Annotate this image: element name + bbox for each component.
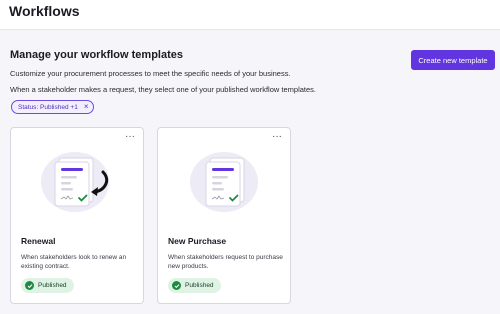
close-icon[interactable]: ×: [84, 103, 89, 111]
filter-chip-label: Status: Published +1: [18, 103, 78, 111]
status-label: Published: [38, 282, 67, 289]
card-title: Renewal: [21, 236, 56, 246]
card-description: When stakeholders request to purchase ne…: [168, 254, 283, 271]
status-badge: Published: [21, 278, 74, 293]
new-purchase-illustration: [190, 152, 258, 212]
status-filter-chip[interactable]: Status: Published +1 ×: [11, 100, 95, 114]
card-title: New Purchase: [168, 236, 227, 246]
check-circle-icon: [172, 281, 181, 290]
more-options-icon[interactable]: ···: [125, 132, 135, 142]
status-label: Published: [185, 282, 214, 289]
section-description-secondary: When a stakeholder makes a request, they…: [10, 85, 316, 94]
top-bar: Workflows: [0, 0, 500, 30]
page-title: Workflows: [9, 3, 80, 19]
template-card-renewal[interactable]: ··· Renewal When stakeholders look to re…: [10, 127, 144, 304]
template-card-new-purchase[interactable]: ··· New Purchase When stakeholders reque…: [157, 127, 291, 304]
section-title: Manage your workflow templates: [10, 49, 183, 61]
check-circle-icon: [25, 281, 34, 290]
create-template-button[interactable]: Create new template: [411, 50, 495, 70]
card-description: When stakeholders look to renew an exist…: [21, 254, 127, 271]
status-badge: Published: [168, 278, 221, 293]
more-options-icon[interactable]: ···: [272, 132, 282, 142]
section-description: Customize your procurement processes to …: [10, 69, 291, 78]
renewal-illustration: [41, 152, 109, 212]
